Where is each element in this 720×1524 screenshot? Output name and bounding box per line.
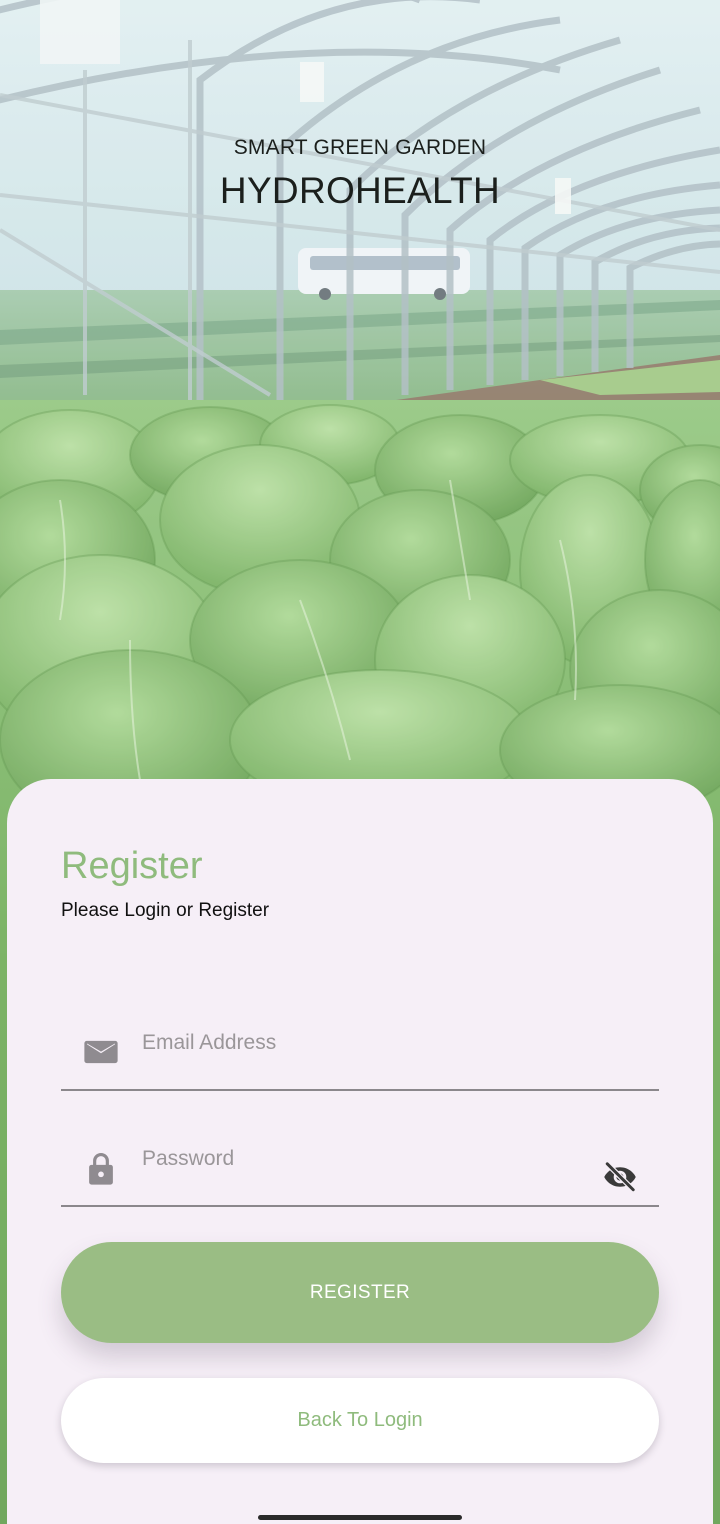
brand-header: SMART GREEN GARDEN HYDROHEALTH [0,130,720,216]
register-button[interactable]: REGISTER [61,1242,659,1343]
back-to-login-button[interactable]: Back To Login [61,1378,659,1463]
eye-off-icon[interactable] [601,1159,639,1195]
mail-icon [82,1033,120,1071]
form-title: Register [61,845,203,887]
register-screen: SMART GREEN GARDEN HYDROHEALTH Register … [0,0,720,1524]
lock-icon [82,1149,120,1187]
email-field[interactable] [61,1001,659,1091]
brand-subtitle: SMART GREEN GARDEN [233,136,487,159]
email-input[interactable] [142,1025,562,1061]
register-card: Register Please Login or Register Email … [7,779,713,1524]
password-input[interactable] [142,1141,562,1177]
brand-title: HYDROHEALTH [219,170,501,211]
password-field[interactable] [61,1117,659,1207]
form-subtitle: Please Login or Register [61,900,270,921]
home-indicator[interactable] [258,1515,462,1520]
